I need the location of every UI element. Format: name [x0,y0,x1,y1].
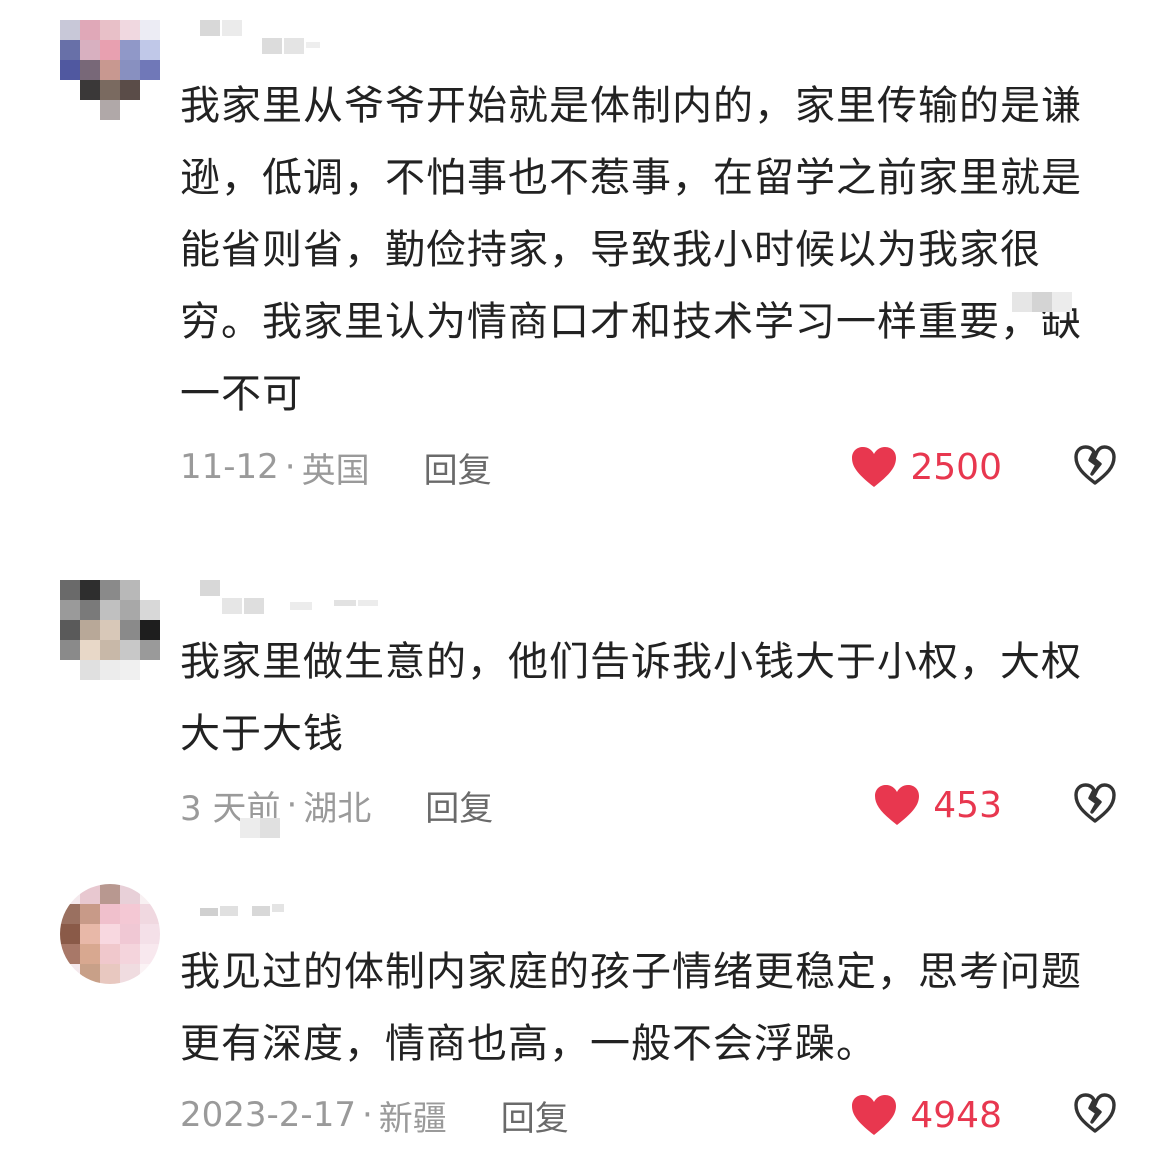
like-button[interactable]: 453 [873,780,1002,830]
like-count: 2500 [910,446,1002,488]
comment-date: 11-12 [180,447,279,487]
meta-separator: · [284,447,296,487]
blurred-patch [1012,292,1072,312]
avatar[interactable] [60,884,160,984]
like-count: 453 [933,784,1002,826]
comment-location: 湖北 [303,788,372,829]
meta-separator: · [286,785,298,825]
username-blurred[interactable] [200,896,284,930]
comment-location: 英国 [301,450,370,491]
reply-button[interactable]: 回复 [501,1091,569,1140]
heart-icon [850,1093,898,1137]
comment-text: 我家里从爷爷开始就是体制内的，家里传输的是谦逊，低调，不怕事也不惹事，在留学之前… [180,83,1082,417]
heart-icon [873,783,921,827]
broken-heart-icon [1073,782,1117,828]
like-button[interactable]: 4948 [850,1090,1002,1140]
reply-button[interactable]: 回复 [424,443,492,492]
meta-separator: · [361,1095,373,1135]
avatar[interactable] [60,20,160,120]
comment-meta: 2023-2-17 · 新疆 回复 [180,1090,569,1140]
comment-meta: 11-12 · 英国 回复 [180,442,492,492]
blurred-patch [240,818,280,838]
dislike-button[interactable] [1072,780,1118,830]
username-blurred[interactable] [200,580,378,614]
dislike-button[interactable] [1072,1090,1118,1140]
comment-date: 2023-2-17 [180,1095,356,1135]
comment-text: 我见过的体制内家庭的孩子情绪更稳定，思考问题更有深度，情商也高，一般不会浮躁。 [180,949,1082,1067]
like-button[interactable]: 2500 [850,442,1002,492]
like-count: 4948 [910,1094,1002,1136]
broken-heart-icon [1073,444,1117,490]
heart-icon [850,445,898,489]
avatar[interactable] [60,580,160,680]
comment-location: 新疆 [378,1098,447,1139]
broken-heart-icon [1073,1092,1117,1138]
username-blurred[interactable] [200,20,320,54]
comment-text: 我家里做生意的，他们告诉我小钱大于小权，大权大于大钱 [180,639,1082,757]
reply-button[interactable]: 回复 [425,781,493,830]
comment-meta: 3 天前 · 湖北 回复 [180,780,493,830]
dislike-button[interactable] [1072,442,1118,492]
